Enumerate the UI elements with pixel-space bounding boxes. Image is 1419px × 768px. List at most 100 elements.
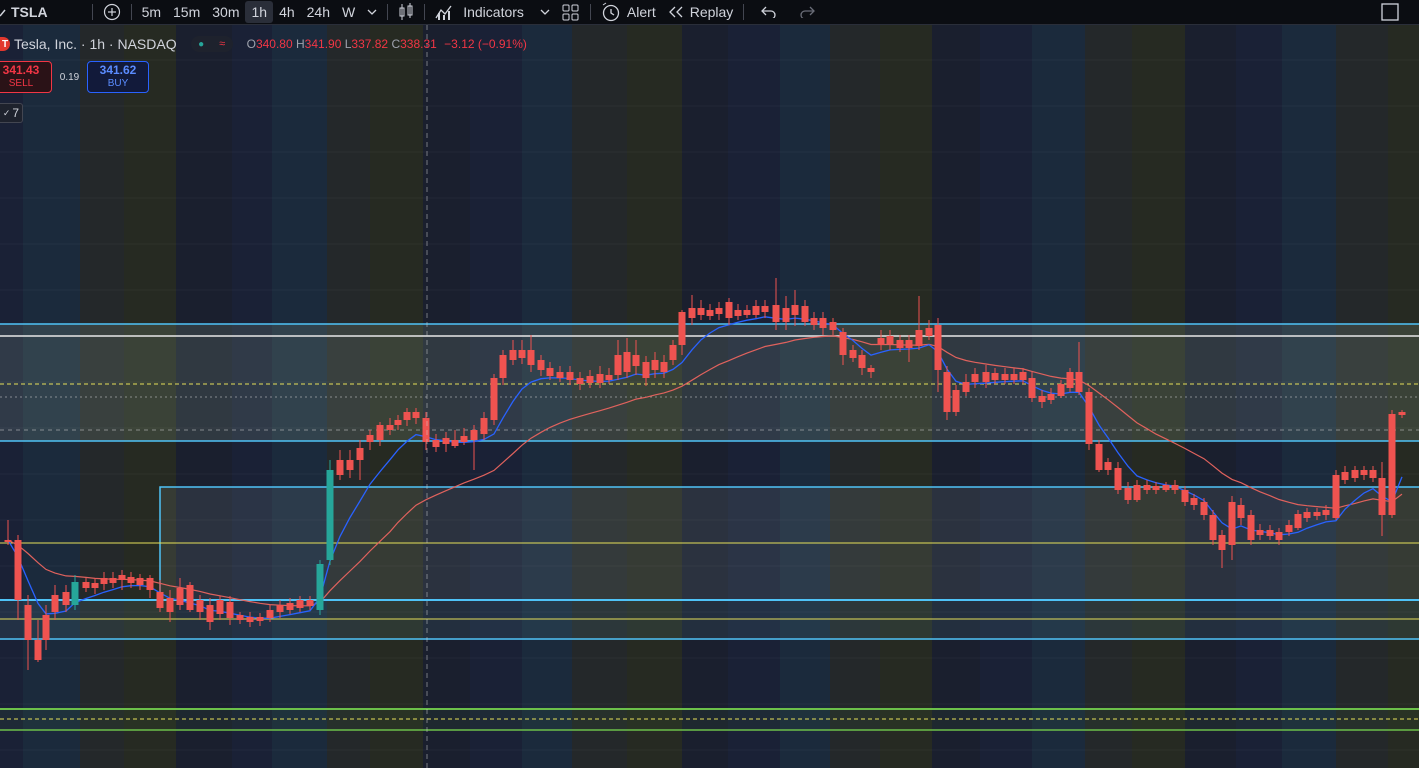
- chart-pane[interactable]: [0, 25, 1419, 768]
- close-label: C: [391, 37, 401, 51]
- buy-button[interactable]: 341.62 BUY: [87, 61, 149, 93]
- chart-style-button[interactable]: [392, 0, 420, 24]
- candle-body: [1047, 394, 1055, 400]
- indicators-collapse-button[interactable]: ✓ 7: [0, 103, 23, 123]
- indicators-dropdown[interactable]: [534, 0, 556, 24]
- candle-body: [306, 600, 314, 606]
- candle-body: [196, 600, 204, 612]
- candle-body: [24, 605, 32, 640]
- interval-30m[interactable]: 30m: [206, 0, 245, 24]
- candle-body: [1114, 468, 1122, 490]
- candle-body: [1181, 490, 1189, 502]
- candle: [326, 460, 334, 565]
- bar-style-icon: [399, 3, 413, 20]
- candle-body: [346, 460, 354, 470]
- candle-body: [1124, 488, 1132, 500]
- candle-body: [1285, 525, 1293, 532]
- candle-body: [605, 375, 613, 380]
- indicators-button[interactable]: Indicators: [429, 0, 530, 24]
- toolbar-divider: [743, 4, 745, 20]
- symbol-search[interactable]: TSLA: [0, 0, 54, 24]
- alert-icon: [602, 2, 620, 22]
- sell-button[interactable]: 341.43 SELL: [0, 61, 52, 93]
- candle-body: [925, 328, 933, 336]
- candle-body: [366, 435, 374, 442]
- interval-w[interactable]: W: [336, 0, 361, 24]
- candle-body: [1388, 414, 1396, 515]
- candle-body: [1028, 378, 1036, 398]
- alert-button[interactable]: Alert: [595, 0, 662, 24]
- candle-body: [1075, 372, 1083, 392]
- interval-1h[interactable]: 1h: [245, 1, 274, 23]
- candle-body: [1038, 396, 1046, 402]
- candle-body: [1341, 472, 1349, 480]
- candle-body: [1209, 515, 1217, 540]
- candle-body: [1218, 535, 1226, 550]
- high-value: 341.90: [304, 37, 342, 51]
- replay-button[interactable]: Replay: [662, 0, 740, 24]
- candle-body: [1152, 486, 1160, 490]
- candle-body: [596, 374, 604, 383]
- replay-label: Replay: [689, 4, 734, 20]
- wave-icon: ≈: [219, 38, 226, 50]
- candle: [1388, 410, 1396, 518]
- interval-24h[interactable]: 24h: [301, 0, 336, 24]
- candle-body: [216, 600, 224, 614]
- indicator-count: 7: [12, 106, 20, 120]
- market-status-pill[interactable]: ● ≈: [190, 36, 233, 52]
- open-label: O: [246, 37, 256, 51]
- interval-dropdown[interactable]: [361, 0, 383, 24]
- interval-15m[interactable]: 15m: [167, 0, 206, 24]
- candle-body: [858, 355, 866, 368]
- layout-button[interactable]: [556, 0, 586, 24]
- candle-body: [460, 436, 468, 442]
- candle-body: [962, 382, 970, 392]
- legend-title[interactable]: Tesla, Inc. · 1h · NASDAQ: [14, 36, 177, 52]
- candle-body: [51, 595, 59, 612]
- candle: [490, 374, 498, 425]
- candle-body: [422, 418, 430, 442]
- layout-icon: [562, 4, 579, 21]
- candle-body: [42, 615, 50, 640]
- candle-body: [1085, 392, 1093, 444]
- candle-body: [509, 350, 517, 360]
- candle-body: [1313, 512, 1321, 516]
- top-toolbar: TSLA 5m 15m 30m 1h 4h 24h W Indicators A…: [0, 0, 1419, 25]
- candle-body: [34, 640, 42, 660]
- candle-body: [761, 306, 769, 312]
- compare-button[interactable]: [97, 0, 127, 24]
- candle-body: [442, 438, 450, 444]
- price-chart[interactable]: [0, 25, 1419, 768]
- candle-body: [451, 440, 459, 446]
- interval-5m[interactable]: 5m: [136, 0, 167, 24]
- candle-body: [1143, 485, 1151, 490]
- candle-body: [166, 598, 174, 612]
- candle-body: [706, 310, 714, 316]
- candle-body: [296, 600, 304, 608]
- candle-body: [849, 350, 857, 358]
- candle-body: [697, 308, 705, 315]
- candle-body: [394, 420, 402, 425]
- candle-body: [4, 540, 12, 542]
- interval-4h[interactable]: 4h: [273, 0, 301, 24]
- candle-body: [829, 322, 837, 330]
- candle-body: [556, 372, 564, 378]
- candle-body: [71, 582, 79, 605]
- candle-body: [1228, 502, 1236, 545]
- candle: [1332, 470, 1340, 520]
- candle-body: [839, 332, 847, 355]
- candle-body: [1351, 470, 1359, 478]
- candle-body: [660, 362, 668, 372]
- candle-body: [1378, 478, 1386, 515]
- indicators-label: Indicators: [463, 4, 524, 20]
- redo-button[interactable]: [794, 0, 822, 24]
- chevron-down-icon: [540, 9, 550, 15]
- candle-body: [1066, 372, 1074, 388]
- undo-button[interactable]: [754, 0, 782, 24]
- candle-body: [934, 325, 942, 370]
- candle-body: [480, 418, 488, 434]
- candle-body: [490, 378, 498, 420]
- close-value: 338.31: [400, 37, 437, 51]
- fullscreen-button[interactable]: [1375, 0, 1405, 24]
- candle-body: [678, 312, 686, 345]
